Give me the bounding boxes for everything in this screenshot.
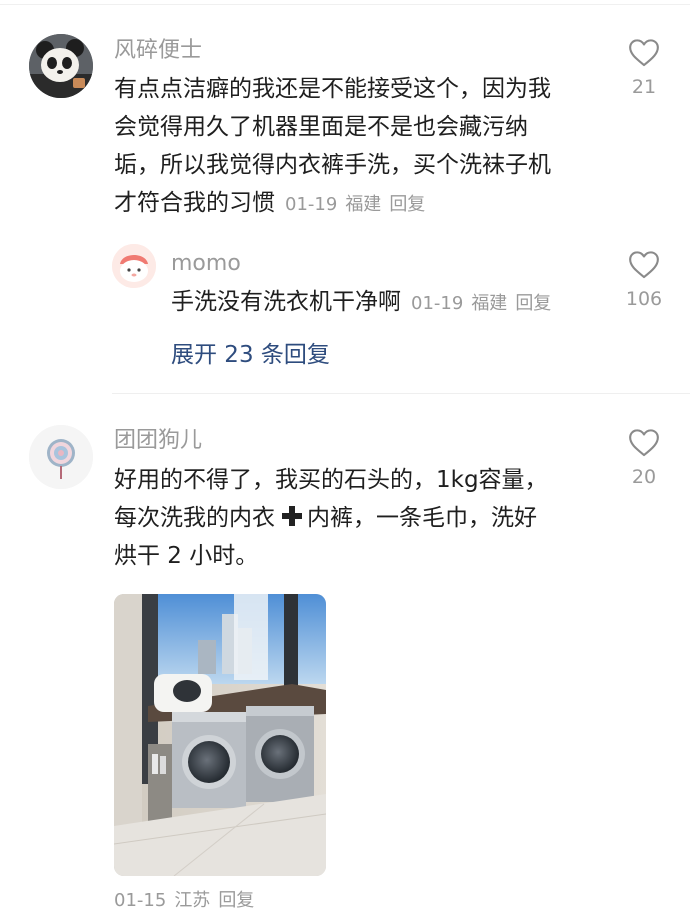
comment-location: 福建 [345, 194, 382, 215]
comment-location: 江苏 [174, 890, 211, 911]
comment-line: 好用的不得了，我买的石头的，1kg容量， [114, 467, 548, 493]
reply-avatar[interactable] [112, 244, 156, 288]
avatar[interactable] [29, 425, 93, 489]
comment-line: 垢，所以我觉得内衣裤手洗，买个洗袜子机 [114, 152, 551, 178]
like-count: 20 [631, 466, 657, 488]
comment-photo[interactable] [114, 594, 326, 876]
reply-button[interactable]: 回复 [389, 194, 425, 215]
reply-text: 手洗没有洗衣机干净啊 [171, 289, 401, 315]
comment-body: 好用的不得了，我买的石头的，1kg容量， 每次洗我的内衣 内裤，一条毛巾，洗好 烘… [114, 461, 548, 575]
top-divider [0, 4, 690, 5]
like-button[interactable]: 20 [619, 428, 669, 489]
comment-line: 内裤，一条毛巾，洗好 [307, 505, 537, 531]
reply-meta: 01-19 福建 回复 [411, 293, 551, 314]
heavy-plus-icon [282, 506, 302, 526]
expand-replies-link[interactable]: 展开 23 条回复 [171, 335, 330, 369]
heart-outline-icon [629, 429, 659, 457]
reply-like-count: 106 [625, 288, 663, 310]
comment-date: 01-15 [114, 890, 167, 911]
comment-username[interactable]: 风碎便士 [114, 36, 202, 66]
reply-body: 手洗没有洗衣机干净啊 01-19 福建 回复 [171, 283, 551, 323]
comment-divider [112, 393, 690, 394]
avatar[interactable] [29, 34, 93, 98]
reply-like-button[interactable]: 106 [619, 250, 669, 311]
comment-line: 每次洗我的内衣 [114, 505, 275, 531]
reply-location: 福建 [471, 293, 508, 314]
heart-outline-icon [629, 251, 659, 279]
like-count: 21 [631, 76, 657, 98]
heart-outline-icon [629, 39, 659, 67]
comment-meta: 01-19 福建 回复 [285, 194, 425, 215]
reply-reply-button[interactable]: 回复 [515, 293, 551, 314]
like-button[interactable]: 21 [619, 38, 669, 99]
comment-line-with-icon: 每次洗我的内衣 内裤，一条毛巾，洗好 [114, 499, 548, 537]
comment-line: 烘干 2 小时。 [114, 543, 259, 569]
reply-username[interactable]: momo [171, 249, 241, 279]
reply-date: 01-19 [411, 293, 464, 314]
comment-date: 01-19 [285, 194, 338, 215]
comment-line: 会觉得用久了机器里面是不是也会藏污纳 [114, 114, 528, 140]
comment-username[interactable]: 团团狗儿 [114, 426, 202, 456]
comment-line: 才符合我的习惯 [114, 190, 275, 216]
reply-button[interactable]: 回复 [218, 890, 254, 911]
comment-line: 有点点洁癖的我还是不能接受这个，因为我 [114, 76, 551, 102]
comment-body: 有点点洁癖的我还是不能接受这个，因为我 会觉得用久了机器里面是不是也会藏污纳 垢… [114, 70, 551, 224]
comment-meta: 01-15 江苏 回复 [114, 886, 254, 912]
comment-last-line: 才符合我的习惯 01-19 福建 回复 [114, 184, 551, 224]
